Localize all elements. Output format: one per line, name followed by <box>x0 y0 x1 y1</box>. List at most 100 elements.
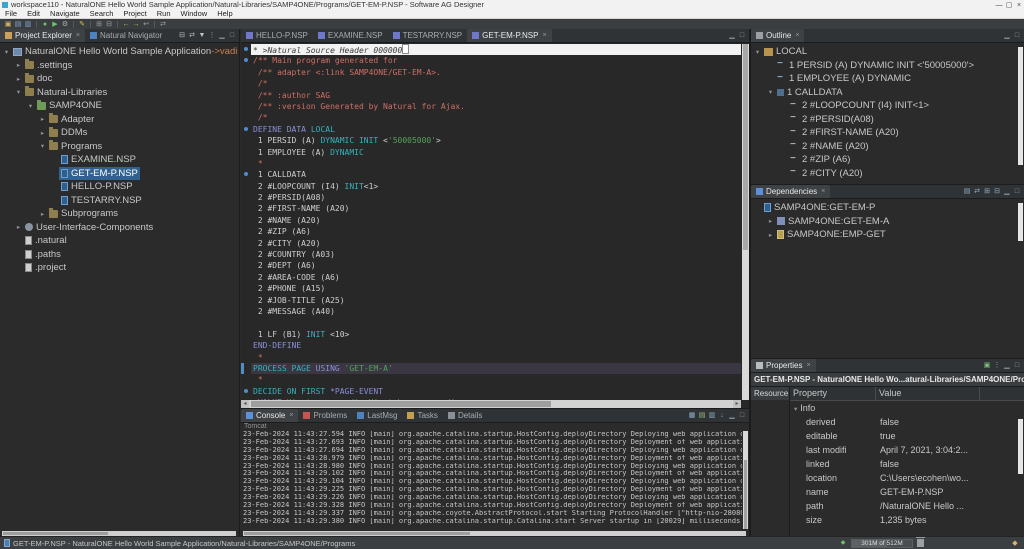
display-selected-console-icon[interactable]: ▤ <box>697 411 707 420</box>
code-line[interactable]: /** :version Generated by Natural for Aj… <box>241 101 741 112</box>
link-with-editor-icon[interactable]: ⇄ <box>158 20 168 29</box>
maximize-icon[interactable]: □ <box>227 31 237 40</box>
forward-icon[interactable]: → <box>131 20 141 29</box>
menu-help[interactable]: Help <box>212 10 237 18</box>
code-line[interactable]: END-DEFINE <box>241 340 741 351</box>
code-line[interactable]: 2 #JOB-TITLE (A25) <box>241 295 741 306</box>
property-row[interactable]: path/NaturalONE Hello ... <box>790 499 1024 513</box>
code-editor[interactable]: * >Natural Source Header 000000/** Main … <box>241 44 741 400</box>
expander-icon[interactable]: ▾ <box>753 48 762 56</box>
show-callers-icon[interactable]: ▤ <box>962 187 972 196</box>
tree-item[interactable]: 2 #FIRST-NAME (A20) <box>751 126 1022 140</box>
save-icon[interactable]: ▤ <box>13 20 23 29</box>
expander-icon[interactable]: ▸ <box>766 217 775 225</box>
tree-item[interactable]: .paths <box>0 248 237 262</box>
clear-console-icon[interactable]: ▦ <box>687 411 697 420</box>
expander-icon[interactable]: ▸ <box>14 61 23 69</box>
tree-item[interactable]: ▾1 CALLDATA <box>751 86 1022 100</box>
tree-item[interactable]: ▾SAMP4ONE <box>0 99 237 113</box>
tab-details[interactable]: Details <box>443 409 487 422</box>
code-line[interactable]: 2 #PHONE (A15) <box>241 283 741 294</box>
tab-project-explorer[interactable]: Project Explorer× <box>0 29 85 42</box>
maximize-icon[interactable]: □ <box>737 411 747 420</box>
collapse-icon[interactable]: ⊟ <box>104 20 114 29</box>
minimize-icon[interactable]: ▁ <box>217 31 227 40</box>
maximize-icon[interactable]: □ <box>1012 187 1022 196</box>
expander-icon[interactable]: ▾ <box>38 142 47 150</box>
tree-item[interactable]: .natural <box>0 234 237 248</box>
expand-all-icon[interactable]: ⊞ <box>982 187 992 196</box>
property-row[interactable]: locationC:\Users\ecohen\wo... <box>790 471 1024 485</box>
collapse-all-icon[interactable]: ⊟ <box>992 187 1002 196</box>
menu-run[interactable]: Run <box>152 10 176 18</box>
code-line[interactable]: 2 #COUNTRY (A03) <box>241 249 741 260</box>
tree-item[interactable]: ▾NaturalONE Hello World Sample Applicati… <box>0 45 237 59</box>
tree-item[interactable]: ▾LOCAL <box>751 45 1022 59</box>
tree-item[interactable]: 2 #CITY (A20) <box>751 167 1022 179</box>
scroll-right-icon[interactable]: ▸ <box>733 400 741 408</box>
link-with-editor-icon[interactable]: ⇄ <box>187 31 197 40</box>
code-line[interactable]: /* <box>241 112 741 123</box>
tree-item[interactable]: EXAMINE.NSP <box>0 153 237 167</box>
expander-icon[interactable]: ▾ <box>14 88 23 96</box>
tree-item[interactable]: .project <box>0 261 237 275</box>
menu-project[interactable]: Project <box>118 10 151 18</box>
show-callees-icon[interactable]: ⇄ <box>972 187 982 196</box>
property-row[interactable]: linkedfalse <box>790 457 1024 471</box>
run-icon[interactable]: ▶ <box>50 20 60 29</box>
notifications-icon[interactable]: ◆ <box>1010 539 1020 548</box>
code-line[interactable]: 1 LF (B1) INIT <10> <box>241 329 741 340</box>
code-line[interactable]: 2 #MESSAGE (A40) <box>241 306 741 317</box>
tree-item[interactable]: ▸SAMP4ONE:GET-EM-A <box>751 215 1022 229</box>
tree-item[interactable]: ▸.settings <box>0 59 237 73</box>
code-line[interactable]: 2 #LOOPCOUNT (I4) INIT<1> <box>241 181 741 192</box>
tree-item[interactable]: ▸doc <box>0 72 237 86</box>
expander-icon[interactable]: ▸ <box>766 231 775 239</box>
code-line[interactable]: 2 #CITY (A20) <box>241 238 741 249</box>
code-line[interactable]: /** Main program generated for <box>241 55 741 66</box>
code-line[interactable]: /** :author SAG <box>241 90 741 101</box>
tree-item[interactable]: ▸DDMs <box>0 126 237 140</box>
scroll-left-icon[interactable]: ◂ <box>241 400 249 408</box>
close-tab-icon[interactable]: × <box>795 32 799 39</box>
maximize-icon[interactable]: □ <box>1012 361 1022 370</box>
filter-icon[interactable]: ▼ <box>197 31 207 40</box>
console-log[interactable]: 23-Feb-2024 11:43:27.594 INFO [main] org… <box>243 431 742 530</box>
tab-console[interactable]: Console× <box>241 409 298 422</box>
expand-icon[interactable]: ⊞ <box>94 20 104 29</box>
tree-item[interactable]: 1 PERSID (A) DYNAMIC INIT <'50005000'> <box>751 59 1022 73</box>
code-line[interactable]: DEFINE DATA LOCAL <box>241 124 741 135</box>
code-line[interactable]: 1 EMPLOYEE (A) DYNAMIC <box>241 147 741 158</box>
minimize-icon[interactable]: ▁ <box>1002 361 1012 370</box>
tree-item[interactable]: 2 #LOOPCOUNT (I4) INIT<1> <box>751 99 1022 113</box>
tab-get-em-p-nsp[interactable]: GET-EM-P.NSP× <box>467 29 551 42</box>
expander-icon[interactable]: ▸ <box>38 115 47 123</box>
expander-icon[interactable]: ▸ <box>14 75 23 83</box>
tree-item[interactable]: 2 #PERSID(A08) <box>751 113 1022 127</box>
expander-icon[interactable]: ▾ <box>2 48 11 56</box>
tree-item[interactable]: ▸Subprograms <box>0 207 237 221</box>
tab-examine-nsp[interactable]: EXAMINE.NSP <box>313 29 388 42</box>
code-line[interactable]: PROCESS PAGE USING 'GET-EM-A' <box>241 363 741 374</box>
code-line[interactable]: * >Natural Source Header 000000 <box>241 44 741 55</box>
code-line[interactable]: 1 CALLDATA <box>241 169 741 180</box>
close-tab-icon[interactable]: × <box>821 188 825 195</box>
code-line[interactable]: /* <box>241 78 741 89</box>
menu-edit[interactable]: Edit <box>22 10 45 18</box>
property-row[interactable]: last modifiApril 7, 2021, 3:04:2... <box>790 443 1024 457</box>
tree-item[interactable]: SAMP4ONE:GET-EM-P <box>751 201 1022 215</box>
tree-item[interactable]: TESTARRY.NSP <box>0 194 237 208</box>
property-row[interactable]: derivedfalse <box>790 415 1024 429</box>
tree-item[interactable]: ▾Natural-Libraries <box>0 86 237 100</box>
property-row[interactable]: size1,235 bytes <box>790 513 1024 527</box>
maximize-icon[interactable]: □ <box>1012 31 1022 40</box>
property-row[interactable]: editabletrue <box>790 429 1024 443</box>
new-wizard-icon[interactable]: ▣ <box>3 20 13 29</box>
close-tab-icon[interactable]: × <box>76 32 80 39</box>
code-line[interactable]: 2 #AREA-CODE (A6) <box>241 272 741 283</box>
pin-property-view-icon[interactable]: ▣ <box>982 361 992 370</box>
properties-vscrollbar[interactable] <box>1018 419 1023 474</box>
tab-tasks[interactable]: Tasks <box>402 409 442 422</box>
last-edit-icon[interactable]: ↩ <box>141 20 151 29</box>
edit-mode-icon[interactable]: ✎ <box>77 20 87 29</box>
